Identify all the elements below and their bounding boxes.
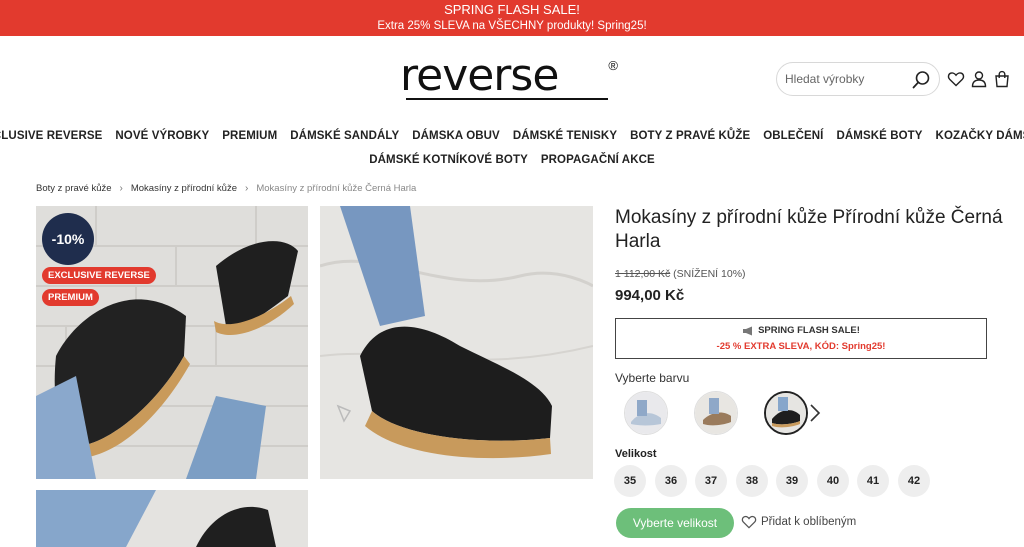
nav-row-1: EXCLUSIVE REVERSE NOVÉ VÝROBKY PREMIUM D…	[0, 124, 1024, 148]
search-icon[interactable]	[911, 70, 931, 90]
chevron-right-icon[interactable]	[808, 403, 822, 423]
nav-row-2: DÁMSKÉ KOTNÍKOVÉ BOTY PROPAGAČNÍ AKCE	[0, 148, 1024, 172]
site-logo[interactable]: reverse ®	[400, 50, 624, 102]
color-swatch[interactable]	[624, 391, 668, 435]
breadcrumb-item[interactable]: Boty z pravé kůže	[36, 183, 112, 194]
product-title: Mokasíny z přírodní kůže Přírodní kůže Č…	[615, 207, 1003, 252]
nav-item-damske-kotnikove-boty[interactable]: DÁMSKÉ KOTNÍKOVÉ BOTY	[369, 154, 528, 166]
product-photo-side[interactable]	[320, 206, 593, 479]
add-to-favorites-label: Přidat k oblíbeným	[761, 515, 857, 528]
nav-item-obleceni[interactable]: OBLEČENÍ	[763, 130, 823, 142]
add-to-favorites-button[interactable]: Přidat k oblíbeným	[741, 514, 856, 529]
main-navigation: EXCLUSIVE REVERSE NOVÉ VÝROBKY PREMIUM D…	[0, 124, 1024, 172]
size-option-36[interactable]: 36	[655, 465, 687, 497]
price-original: 1 112,00 Kč	[615, 268, 671, 280]
heart-icon	[741, 515, 757, 529]
color-swatch-image	[695, 392, 737, 434]
size-option-37[interactable]: 37	[695, 465, 727, 497]
nav-item-exclusive-reverse[interactable]: EXCLUSIVE REVERSE	[0, 130, 102, 142]
promo-bar: SPRING FLASH SALE! Extra 25% SLEVA na VŠ…	[0, 0, 1024, 36]
breadcrumb-current: Mokasíny z přírodní kůže Černá Harla	[256, 183, 417, 194]
exclusive-reverse-badge: EXCLUSIVE REVERSE	[42, 267, 156, 284]
breadcrumb-item[interactable]: Mokasíny z přírodní kůže	[131, 183, 237, 194]
size-option-39[interactable]: 39	[776, 465, 808, 497]
search-box[interactable]	[776, 62, 940, 96]
nav-item-kozacky-damske[interactable]: KOZAČKY DÁMSKÉ	[936, 130, 1024, 142]
flash-sale-box: SPRING FLASH SALE! -25 % EXTRA SLEVA, KÓ…	[615, 318, 987, 359]
search-input[interactable]	[785, 72, 905, 86]
breadcrumb: Boty z pravé kůže › Mokasíny z přírodní …	[36, 183, 416, 194]
size-option-41[interactable]: 41	[857, 465, 889, 497]
size-option-42[interactable]: 42	[898, 465, 930, 497]
price-current: 994,00 Kč	[615, 287, 685, 304]
premium-badge: PREMIUM	[42, 289, 99, 306]
chevron-right-icon: ›	[245, 183, 249, 194]
price-discount-note: (SNÍŽENÍ 10%)	[670, 268, 746, 280]
flash-sale-title: SPRING FLASH SALE!	[758, 325, 860, 336]
nav-item-damska-obuv[interactable]: DÁMSKA OBUV	[412, 130, 500, 142]
color-label: Vyberte barvu	[615, 371, 690, 385]
shoe-photo-illustration	[36, 490, 308, 547]
nav-item-premium[interactable]: PREMIUM	[222, 130, 277, 142]
promo-title: SPRING FLASH SALE!	[444, 2, 580, 17]
color-swatch-image	[766, 393, 806, 433]
color-swatch[interactable]	[694, 391, 738, 435]
heart-icon[interactable]	[947, 70, 965, 88]
size-option-40[interactable]: 40	[817, 465, 849, 497]
product-photo-third[interactable]	[36, 490, 308, 547]
size-option-38[interactable]: 38	[736, 465, 768, 497]
nav-item-damske-boty[interactable]: DÁMSKÉ BOTY	[836, 130, 922, 142]
price-old-row: 1 112,00 Kč (SNÍŽENÍ 10%)	[615, 268, 746, 280]
size-label: Velikost	[615, 448, 657, 460]
user-icon[interactable]	[970, 70, 988, 88]
shoe-photo-illustration	[320, 206, 593, 479]
nav-item-damske-tenisky[interactable]: DÁMSKÉ TENISKY	[513, 130, 617, 142]
shopping-bag-icon[interactable]	[993, 70, 1011, 88]
chevron-right-icon: ›	[119, 183, 123, 194]
megaphone-icon	[743, 326, 753, 335]
logo-registered-mark: ®	[608, 58, 618, 73]
nav-item-propagacni-akce[interactable]: PROPAGAČNÍ AKCE	[541, 154, 655, 166]
choose-size-button[interactable]: Vyberte velikost	[616, 508, 734, 538]
discount-badge: -10%	[42, 213, 94, 265]
nav-item-damske-sandaly[interactable]: DÁMSKÉ SANDÁLY	[290, 130, 399, 142]
color-swatch-selected[interactable]	[764, 391, 808, 435]
logo-wordmark: reverse	[400, 50, 559, 101]
size-option-35[interactable]: 35	[614, 465, 646, 497]
color-swatch-image	[625, 392, 667, 434]
promo-subtitle: Extra 25% SLEVA na VŠECHNY produkty! Spr…	[377, 20, 647, 32]
logo-underline	[406, 98, 608, 100]
flash-sale-code: -25 % EXTRA SLEVA, KÓD: Spring25!	[716, 341, 886, 352]
nav-item-nove-vyrobky[interactable]: NOVÉ VÝROBKY	[115, 130, 209, 142]
nav-item-boty-z-prave-kuze[interactable]: BOTY Z PRAVÉ KŮŽE	[630, 130, 750, 142]
